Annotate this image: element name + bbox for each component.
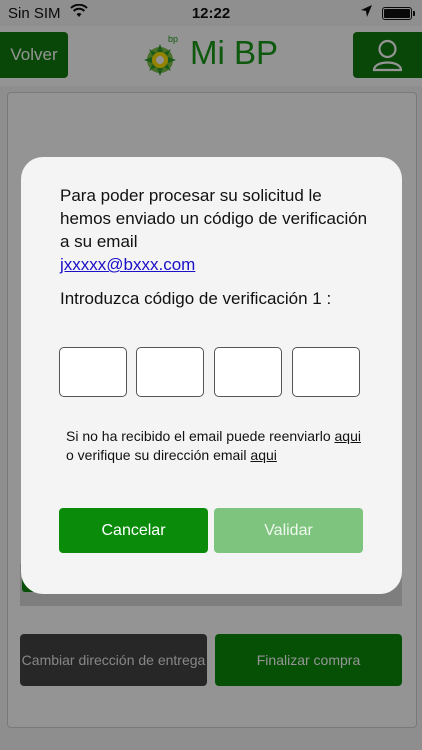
resend-message: Si no ha recibido el email puede reenvia… xyxy=(66,427,366,465)
verify-email-link[interactable]: aqui xyxy=(250,447,276,463)
code-digit-4-input[interactable] xyxy=(292,347,360,397)
cancel-button[interactable]: Cancelar xyxy=(59,508,208,553)
verification-dialog: Para poder procesar su solicitud le hemo… xyxy=(21,157,402,594)
code-digit-3-input[interactable] xyxy=(214,347,282,397)
code-prompt: Introduzca código de verificación 1 : xyxy=(60,289,332,308)
code-digit-1-input[interactable] xyxy=(59,347,127,397)
email-link[interactable]: jxxxxx@bxxx.com xyxy=(60,255,195,274)
code-digit-2-input[interactable] xyxy=(136,347,204,397)
resend-text-part-2: o verifique su dirección email xyxy=(66,447,247,463)
resend-link[interactable]: aqui xyxy=(335,428,361,444)
resend-text-part-1: Si no ha recibido el email puede reenvia… xyxy=(66,428,331,444)
validate-button[interactable]: Validar xyxy=(214,508,363,553)
dialog-message: Para poder procesar su solicitud le hemo… xyxy=(60,186,368,251)
